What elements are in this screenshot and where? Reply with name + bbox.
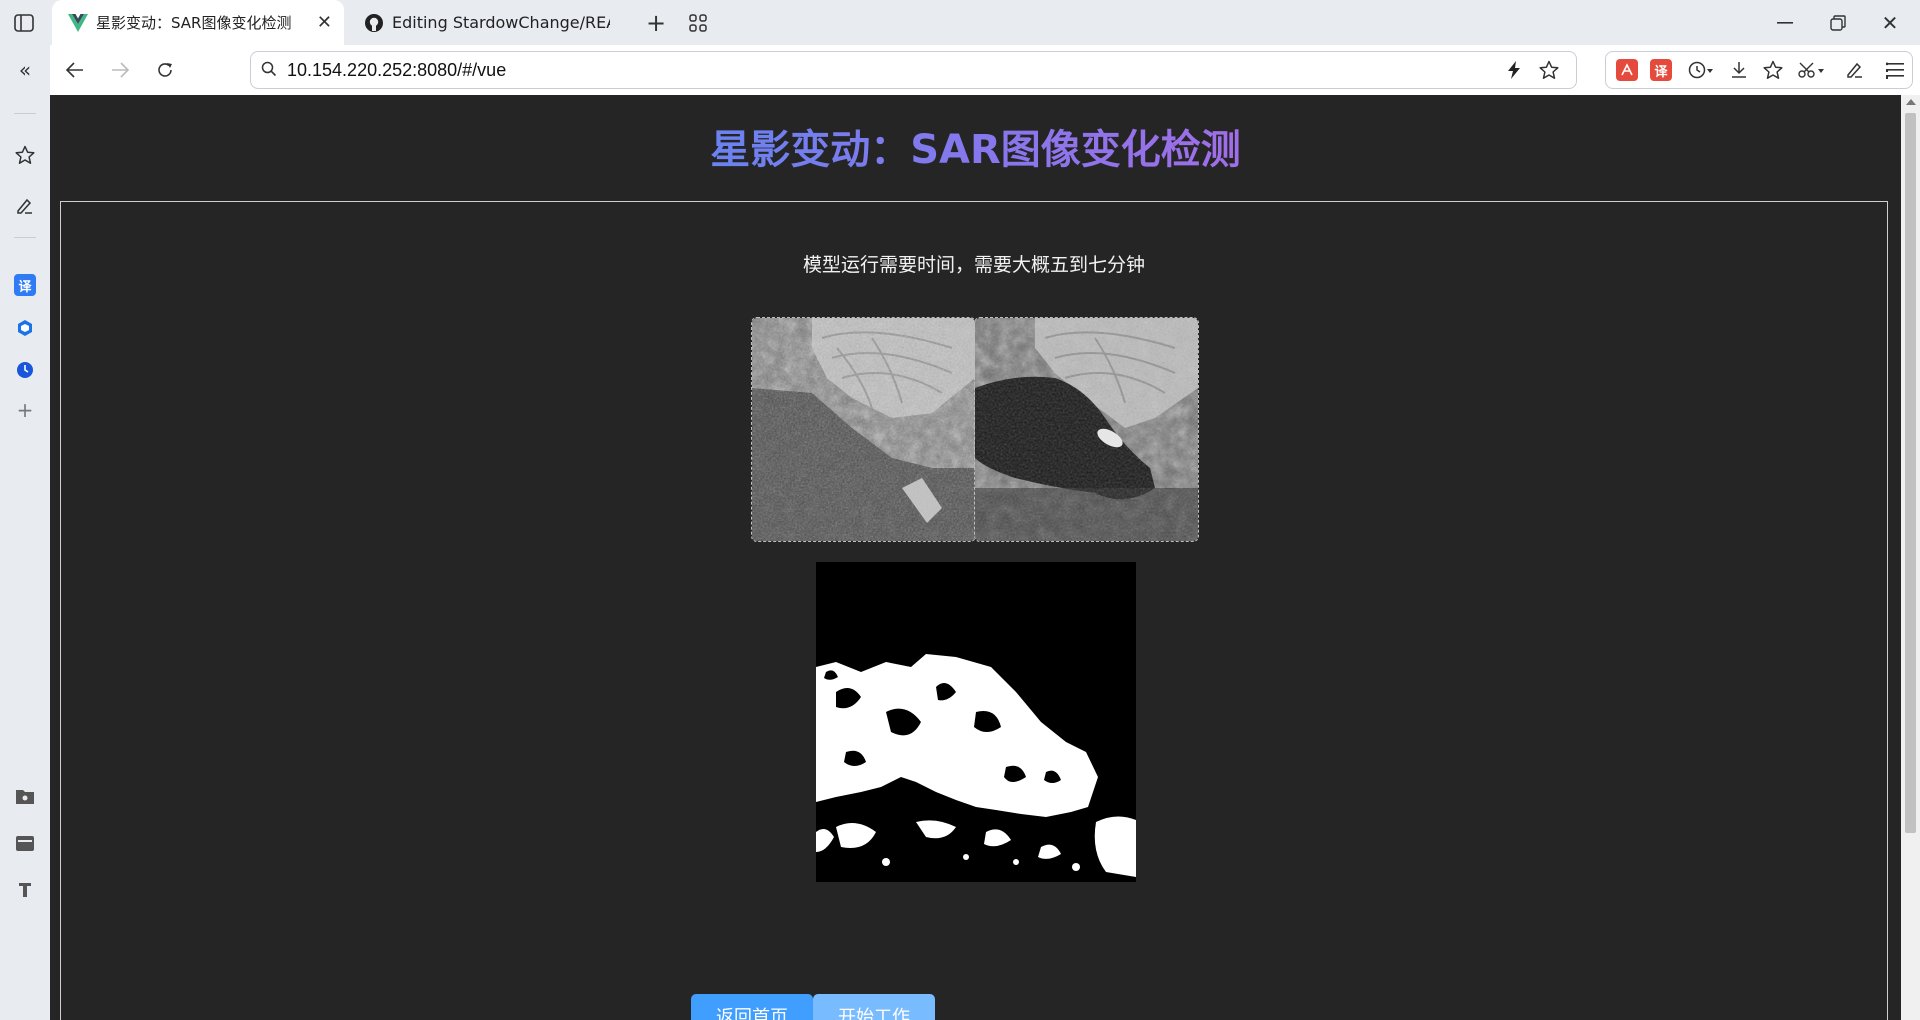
pdf-extension-icon[interactable] — [1616, 59, 1638, 81]
scroll-up-arrow-icon[interactable] — [1906, 99, 1916, 105]
new-tab-icon[interactable]: + — [643, 9, 669, 37]
side-panel: « 译 + — [0, 45, 50, 1020]
minimize-icon[interactable] — [1772, 10, 1798, 36]
back-arrow-icon[interactable] — [62, 57, 88, 83]
vue-logo-icon — [68, 13, 88, 32]
history-clock-icon[interactable] — [14, 359, 36, 381]
history-dropdown-icon[interactable] — [1686, 59, 1716, 81]
add-panel-icon[interactable]: + — [14, 398, 36, 422]
favorites-icon[interactable] — [1762, 59, 1784, 81]
navigation-toolbar: 10.154.220.252:8080/#/vue 译 ⋮ — [50, 45, 1920, 95]
divider — [14, 237, 36, 238]
menu-hamburger-icon[interactable] — [1882, 57, 1908, 83]
lightning-icon[interactable] — [1503, 59, 1525, 81]
page-viewport: 星影变动：SAR图像变化检测 模型运行需要时间，需要大概五到七分钟 返回首页 开… — [50, 95, 1901, 1020]
translate-icon[interactable]: 译 — [14, 274, 36, 296]
tab-sar-detection[interactable]: 星影变动：SAR图像变化检测 ✕ — [52, 0, 344, 45]
github-icon — [364, 13, 384, 33]
sar-image-before[interactable] — [751, 317, 976, 542]
tab-github-editing[interactable]: Editing StardowChange/READ — [352, 0, 632, 45]
tab-bar: 星影变动：SAR图像变化检测 ✕ Editing StardowChange/R… — [0, 0, 1920, 45]
scrollbar-thumb[interactable] — [1905, 113, 1916, 833]
search-icon — [261, 61, 277, 81]
extensions-grid-icon[interactable] — [686, 11, 710, 35]
address-bar[interactable]: 10.154.220.252:8080/#/vue — [250, 51, 1577, 89]
reload-icon[interactable] — [152, 57, 178, 83]
content-panel: 模型运行需要时间，需要大概五到七分钟 返回首页 开始工作 — [60, 201, 1888, 1020]
close-window-icon[interactable]: ✕ — [1877, 10, 1903, 36]
back-home-button[interactable]: 返回首页 — [691, 994, 813, 1020]
close-tab-icon[interactable]: ✕ — [317, 12, 332, 33]
change-detection-result[interactable] — [816, 562, 1136, 882]
start-work-button[interactable]: 开始工作 — [813, 994, 935, 1020]
notes-pen-icon[interactable] — [12, 193, 38, 219]
pin-icon[interactable] — [12, 877, 38, 903]
folder-icon[interactable] — [12, 783, 38, 809]
sidebar-toggle-icon[interactable] — [10, 11, 38, 35]
page-scrollbar[interactable] — [1901, 95, 1920, 1020]
collapse-panel-icon[interactable]: « — [12, 57, 38, 83]
sar-image-after[interactable] — [974, 317, 1199, 542]
extensions-group: 译 ⋮ — [1605, 51, 1913, 89]
translate-extension-icon[interactable]: 译 — [1650, 59, 1672, 81]
restore-icon[interactable] — [1825, 10, 1851, 36]
url-text: 10.154.220.252:8080/#/vue — [287, 60, 507, 80]
divider — [14, 113, 36, 114]
processing-notice: 模型运行需要时间，需要大概五到七分钟 — [802, 254, 1145, 276]
download-icon[interactable] — [1728, 59, 1750, 81]
tab-title: Editing StardowChange/READ — [392, 13, 610, 32]
favorites-star-icon[interactable] — [12, 142, 38, 168]
cube-extension-icon[interactable] — [14, 317, 36, 339]
notes-icon[interactable] — [1844, 59, 1866, 81]
tab-title: 星影变动：SAR图像变化检测 — [96, 14, 292, 32]
screenshot-scissors-icon[interactable] — [1796, 59, 1826, 81]
page-title: 星影变动：SAR图像变化检测 — [710, 127, 1241, 173]
forward-arrow-icon[interactable] — [107, 57, 133, 83]
tab-manager-icon[interactable] — [12, 830, 38, 856]
bookmark-star-icon[interactable] — [1538, 59, 1560, 81]
